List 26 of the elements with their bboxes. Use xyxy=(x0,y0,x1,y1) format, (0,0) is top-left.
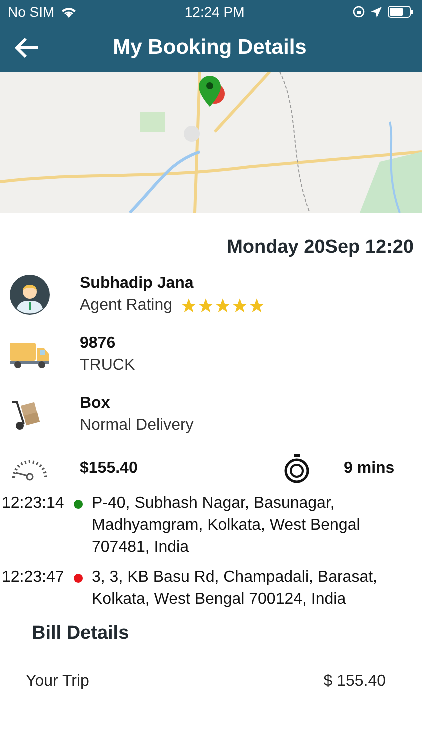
wifi-icon xyxy=(60,6,77,18)
truck-icon xyxy=(10,341,50,369)
delivery-type: Normal Delivery xyxy=(80,417,194,435)
status-time: 12:24 PM xyxy=(184,4,245,20)
agent-name: Subhadip Jana xyxy=(80,275,195,293)
location-icon xyxy=(371,6,382,18)
package-name: Box xyxy=(80,395,112,413)
vehicle-number: 9876 xyxy=(80,335,117,353)
stop-time: 12:23:47 xyxy=(2,568,66,588)
booking-date: Monday 20Sep 12:20 xyxy=(227,237,414,259)
stopwatch-icon xyxy=(284,454,310,484)
stop-address: 3, 3, KB Basu Rd, Champadali, Barasat, Kolkata, West Bengal 700124, India xyxy=(92,568,378,610)
bill-label: Your Trip xyxy=(26,673,90,691)
stop-address: P-40, Subhash Nagar, Basunagar, Madhyamgram, Kolkata, West Bengal 707481, India xyxy=(92,494,362,558)
fare-amount: $155.40 xyxy=(80,460,139,478)
agent-rating-label: Agent Rating xyxy=(80,297,173,315)
bill-amount: $ 155.40 xyxy=(324,673,386,691)
vehicle-type: TRUCK xyxy=(80,357,136,375)
trip-duration: 9 mins xyxy=(344,460,396,478)
bill-title: Bill Details xyxy=(32,623,130,645)
page-title: My Booking Details xyxy=(112,36,308,60)
agent-avatar-icon xyxy=(10,275,50,315)
battery-icon xyxy=(388,6,414,18)
carrier-label: No SIM xyxy=(8,4,55,20)
lock-rotation-icon xyxy=(353,6,365,18)
stop-time: 12:23:14 xyxy=(2,494,66,514)
